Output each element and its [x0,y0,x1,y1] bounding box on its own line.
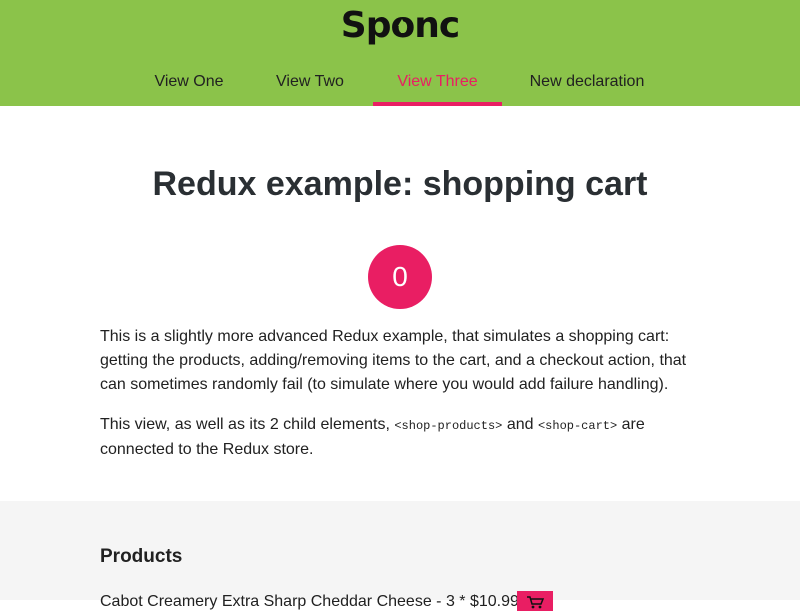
product-item: Cabot Creamery Extra Sharp Cheddar Chees… [100,593,519,610]
nav-view-three[interactable]: View Three [373,60,502,106]
code-shop-cart: <shop-cart> [537,419,618,433]
page-title: Redux example: shopping cart [152,165,648,203]
intro-paragraph: This is a slightly more advanced Redux e… [100,328,687,393]
nav-new-declaration[interactable]: New declaration [516,60,658,106]
main-nav: View One View Two View Three New declara… [0,60,800,106]
add-to-cart-button[interactable] [517,591,553,611]
arrow-up-icon [398,19,407,26]
paragraph-text: This view, as well as its 2 child elemen… [100,416,395,433]
logo-text: Sponc [340,5,460,46]
products-heading: Products [100,546,183,567]
code-shop-products: <shop-products> [394,419,503,433]
logo[interactable]: Sponc [0,2,800,50]
cart-count-badge: 0 [368,245,432,309]
connected-paragraph: This view, as well as its 2 child elemen… [100,413,700,462]
paragraph-text: and [502,416,538,433]
cart-icon [527,596,545,609]
nav-view-one[interactable]: View One [134,60,244,106]
products-section: Products Cabot Creamery Extra Sharp Ched… [0,501,800,611]
app-header: Sponc View One View Two View Three New d… [0,0,800,106]
nav-view-two[interactable]: View Two [258,60,362,106]
